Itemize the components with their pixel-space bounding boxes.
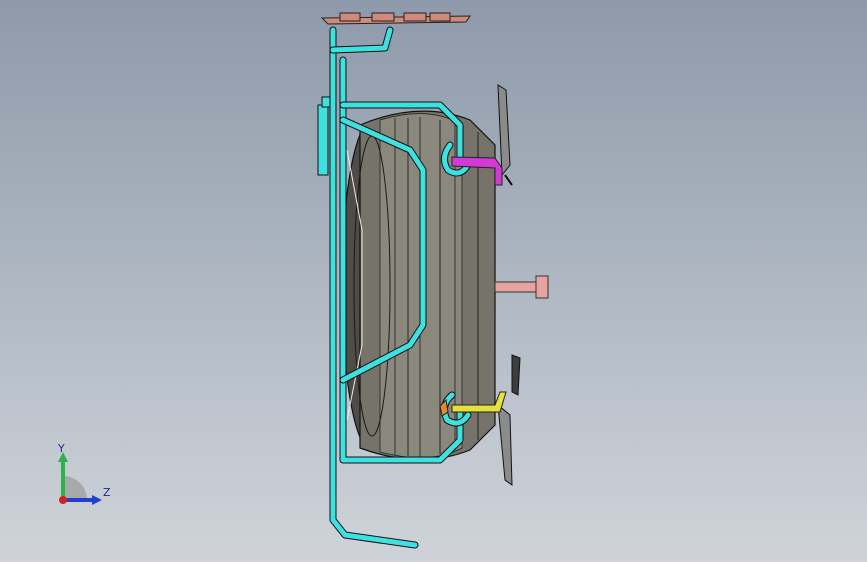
- triad-y-label: Y: [58, 442, 65, 455]
- top-mount-bracket[interactable]: [320, 12, 471, 25]
- triad-z-label: Z: [103, 486, 111, 499]
- cad-viewport[interactable]: Y Z: [0, 0, 867, 562]
- fan-blade-bottom[interactable]: [497, 354, 521, 486]
- side-mount-block[interactable]: [317, 96, 331, 176]
- wheel-assembly-model[interactable]: [0, 0, 867, 562]
- axis-triad[interactable]: Y Z: [50, 438, 120, 508]
- axle-bolt[interactable]: [494, 275, 549, 299]
